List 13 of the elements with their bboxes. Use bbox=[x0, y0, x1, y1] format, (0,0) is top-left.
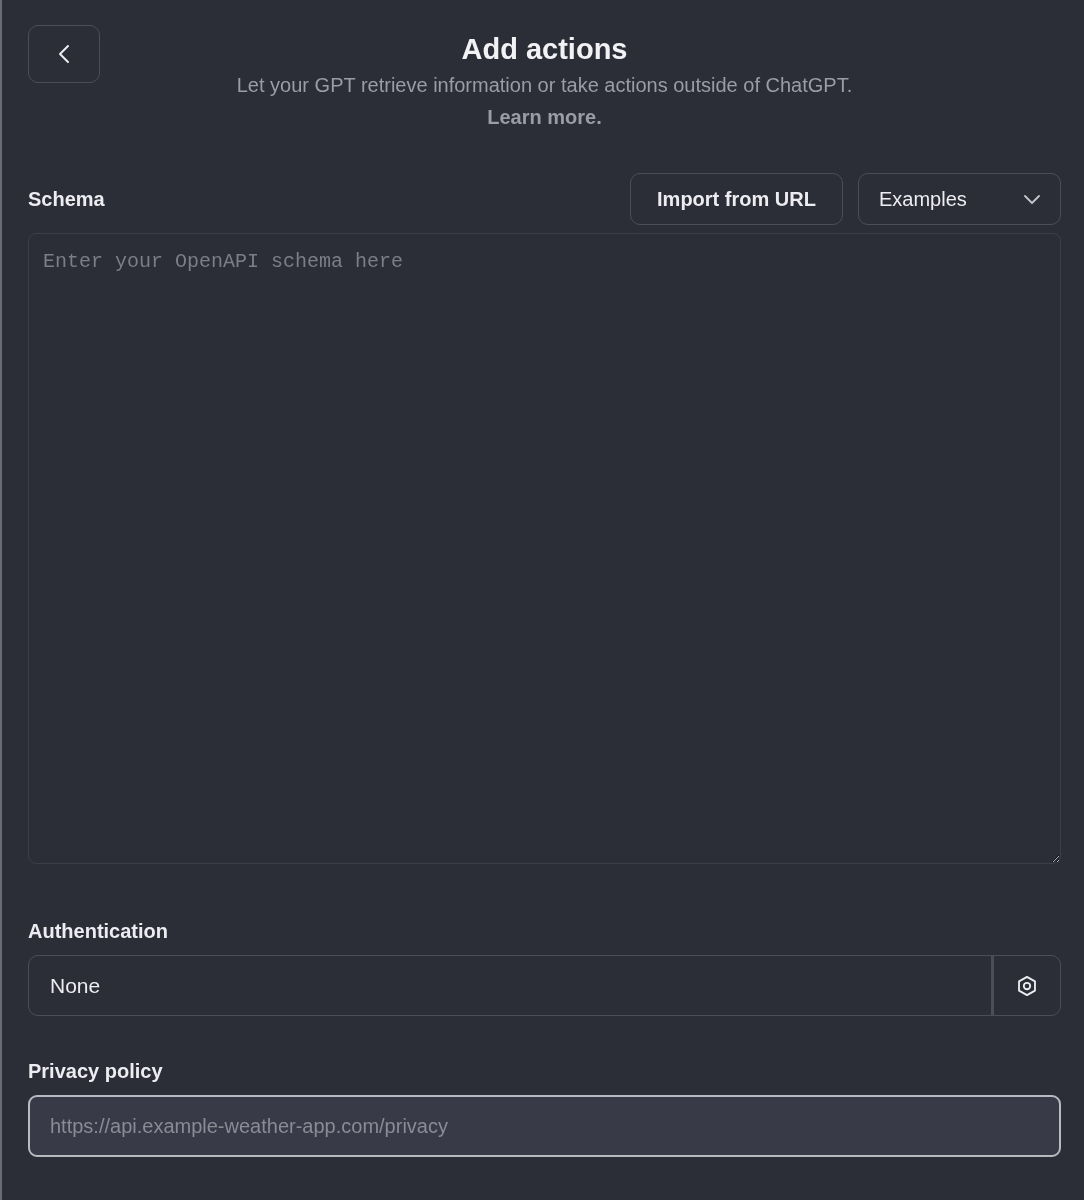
settings-icon bbox=[1016, 974, 1038, 997]
learn-more-link[interactable]: Learn more. bbox=[487, 103, 602, 131]
page-subtitle: Let your GPT retrieve information or take actions outside of ChatGPT. bbox=[236, 73, 853, 98]
schema-label: Schema bbox=[28, 187, 106, 211]
authentication-label: Authentication bbox=[28, 920, 169, 943]
schema-editor[interactable]: Enter your OpenAPI schema here bbox=[28, 233, 1061, 864]
privacy-policy-field[interactable]: https://api.example-weather-app.com/privacy bbox=[28, 1095, 1061, 1157]
chevron-down-icon bbox=[1024, 194, 1040, 204]
privacy-policy-label: Privacy policy bbox=[28, 1060, 164, 1083]
import-from-url-button[interactable]: Import from URL bbox=[630, 173, 843, 225]
chevron-left-icon bbox=[58, 44, 70, 64]
examples-dropdown[interactable]: Examples bbox=[858, 173, 1061, 225]
page-title: Add actions bbox=[461, 32, 628, 67]
